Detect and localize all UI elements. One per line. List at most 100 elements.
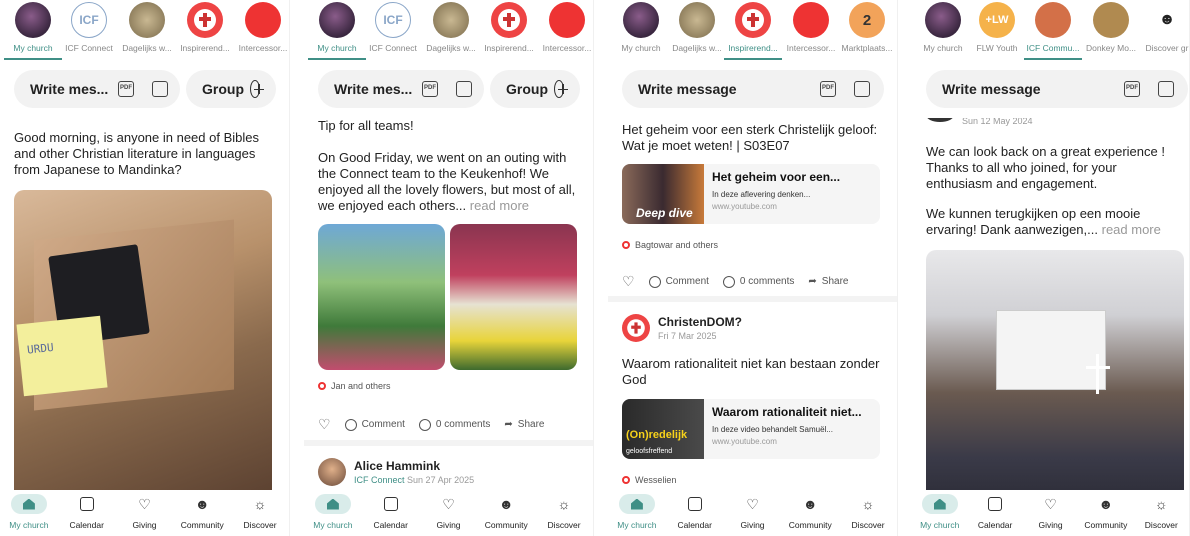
chip-donkey[interactable]: Donkey Mo... <box>1082 0 1140 53</box>
nav-label: Discover <box>851 520 885 530</box>
nav-discover[interactable]: ☼ Discover <box>231 490 289 536</box>
icf-logo-avatar: ICF <box>71 2 107 38</box>
write-message-button[interactable]: Write message PDF <box>926 70 1188 108</box>
discover-icon: ☼ <box>253 496 267 512</box>
post-photo-bibles-box[interactable]: URDU <box>14 190 272 490</box>
video-thumbnail: (On)redelijk geloofsfreffend <box>622 399 704 459</box>
reactions-row[interactable]: Bagtowar and others <box>608 240 732 250</box>
chip-intercessor[interactable]: Intercessor... <box>538 0 593 53</box>
chip-dagelijks[interactable]: Dagelijks w... <box>422 0 480 53</box>
giving-icon: ♡ <box>1044 496 1057 512</box>
nav-giving[interactable]: ♡ Giving <box>116 490 174 536</box>
pdf-icon[interactable]: PDF <box>1124 81 1140 97</box>
chip-my-church[interactable]: My church <box>612 0 670 53</box>
group-button[interactable]: Group <box>490 70 580 108</box>
chip-my-church[interactable]: My church <box>4 0 62 53</box>
chip-label: My church <box>317 43 357 53</box>
card-title: Het geheim voor een... <box>712 170 841 184</box>
nav-giving[interactable]: ♡ Giving <box>1023 490 1078 536</box>
link-preview-card[interactable]: Deep dive Het geheim voor een... In deze … <box>622 164 880 224</box>
write-message-button[interactable]: Write mes... PDF <box>14 70 180 108</box>
chip-icf-connect[interactable]: ICF ICF Connect <box>60 0 118 53</box>
chip-dagelijks[interactable]: Dagelijks w... <box>118 0 176 53</box>
post-author[interactable]: Alice Hammink ICF Connect Sun 27 Apr 2025 <box>304 458 488 486</box>
nav-my-church[interactable]: My church <box>304 490 362 536</box>
group-button[interactable]: Group <box>186 70 276 108</box>
chip-label: Intercessor... <box>238 43 288 53</box>
read-more-link[interactable]: read more <box>1102 222 1161 237</box>
nav-discover[interactable]: ☼ Discover <box>535 490 593 536</box>
nav-calendar[interactable]: Calendar <box>58 490 116 536</box>
pdf-icon[interactable]: PDF <box>820 81 836 97</box>
community-avatar <box>1035 2 1071 38</box>
comment-button[interactable]: Comment <box>344 418 405 431</box>
post-author[interactable]: Sun 12 May 2024 <box>912 118 1047 126</box>
chip-dagelijks[interactable]: Dagelijks w... <box>668 0 726 53</box>
nav-community[interactable]: ☻ Community <box>173 490 231 536</box>
chip-my-church[interactable]: My church <box>914 0 972 53</box>
chip-inspirerend[interactable]: Inspirerend... <box>724 0 782 53</box>
image-icon[interactable] <box>152 81 168 97</box>
author-group[interactable]: ICF Connect <box>354 475 405 485</box>
nav-community[interactable]: ☻ Community <box>781 490 839 536</box>
chip-my-church[interactable]: My church <box>308 0 366 53</box>
chip-marktplaats[interactable]: 2 Marktplaats... <box>838 0 896 53</box>
post-date: Fri 7 Mar 2025 <box>658 331 717 341</box>
chip-intercessor[interactable]: Intercessor... <box>234 0 289 53</box>
action-bar: Write message PDF <box>926 70 1188 108</box>
nav-my-church[interactable]: My church <box>912 490 967 536</box>
chip-inspirerend[interactable]: Inspirerend... <box>480 0 538 53</box>
post-photo-gathering[interactable] <box>926 250 1184 490</box>
comments-count[interactable]: 0 comments <box>418 418 490 431</box>
nav-discover[interactable]: ☼ Discover <box>839 490 897 536</box>
comments-count[interactable]: 0 comments <box>722 275 795 288</box>
nav-my-church[interactable]: My church <box>608 490 666 536</box>
nav-community[interactable]: ☻ Community <box>1078 490 1133 536</box>
like-icon[interactable]: ♡ <box>318 416 331 433</box>
image-icon[interactable] <box>1158 81 1174 97</box>
community-icon: ☻ <box>194 496 210 512</box>
nav-label: My church <box>617 520 657 530</box>
reactions-row-2[interactable]: Wesselien <box>608 475 690 485</box>
post-author[interactable]: ChristenDOM? Fri 7 Mar 2025 <box>608 314 756 342</box>
church-avatar <box>623 2 659 38</box>
pdf-icon[interactable]: PDF <box>422 81 438 97</box>
chip-label: Dagelijks w... <box>672 43 722 53</box>
chip-flw-youth[interactable]: +LW FLW Youth <box>968 0 1026 53</box>
nav-calendar[interactable]: Calendar <box>362 490 420 536</box>
write-message-button[interactable]: Write mes... PDF <box>318 70 484 108</box>
nav-label: My church <box>9 520 49 530</box>
image-icon[interactable] <box>456 81 472 97</box>
chip-intercessor[interactable]: Intercessor... <box>782 0 840 53</box>
screen-panel-1: My church ICF ICF Connect Dagelijks w... … <box>0 0 290 536</box>
comment-button[interactable]: Comment <box>648 275 709 288</box>
nav-calendar[interactable]: Calendar <box>967 490 1022 536</box>
share-button[interactable]: ➦ Share <box>504 419 544 430</box>
pdf-icon[interactable]: PDF <box>118 81 134 97</box>
video-thumbnail: Deep dive <box>622 164 704 224</box>
reactions-row[interactable]: Jan and others <box>304 381 405 391</box>
chip-icf-connect[interactable]: ICF ICF Connect <box>364 0 422 53</box>
comments-label: 0 comments <box>739 276 795 287</box>
like-icon[interactable]: ♡ <box>622 273 635 290</box>
intercessor-avatar <box>549 2 585 38</box>
chip-icf-community[interactable]: ICF Commu... <box>1024 0 1082 53</box>
nav-calendar[interactable]: Calendar <box>666 490 724 536</box>
chip-inspirerend[interactable]: Inspirerend... <box>176 0 234 53</box>
link-preview-card-2[interactable]: (On)redelijk geloofsfreffend Waarom ratio… <box>622 399 880 459</box>
share-button[interactable]: ➦ Share <box>808 276 848 287</box>
chip-label: Intercessor... <box>542 43 592 53</box>
image-icon[interactable] <box>854 81 870 97</box>
post-actions: ♡ Comment 0 comments ➦ Share <box>608 273 862 290</box>
nav-discover[interactable]: ☼ Discover <box>1134 490 1189 536</box>
post-photo-team[interactable] <box>318 224 445 370</box>
chip-discover-groups[interactable]: ☻ Discover gr <box>1138 0 1189 53</box>
post-photo-tulips[interactable] <box>450 224 577 370</box>
write-message-button[interactable]: Write message PDF <box>622 70 884 108</box>
read-more-link[interactable]: read more <box>470 198 529 213</box>
nav-giving[interactable]: ♡ Giving <box>420 490 478 536</box>
nav-giving[interactable]: ♡ Giving <box>724 490 782 536</box>
nav-community[interactable]: ☻ Community <box>477 490 535 536</box>
cross-symbol <box>1096 354 1099 394</box>
nav-my-church[interactable]: My church <box>0 490 58 536</box>
